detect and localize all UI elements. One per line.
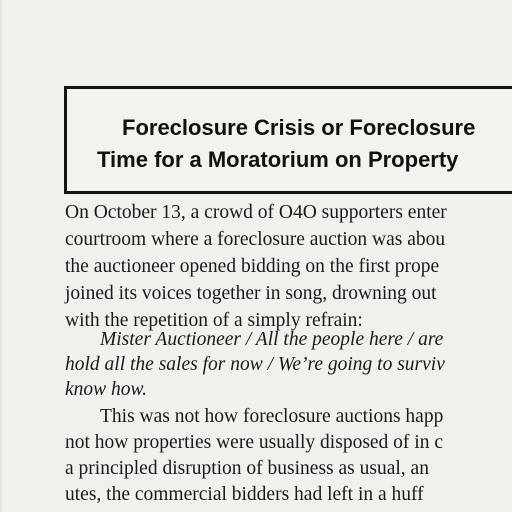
body-line-2: courtroom where a foreclosure auction wa… — [65, 229, 446, 250]
body-line-3: the auctioneer opened bidding on the fir… — [65, 256, 440, 277]
headline-line-2: Time for a Moratorium on Property — [97, 147, 459, 172]
body-line-4: joined its voices together in song, drow… — [65, 283, 437, 304]
refrain-line-1: Mister Auctioneer / All the people here … — [100, 329, 444, 350]
body-line-7: not how properties were usually disposed… — [65, 432, 444, 453]
refrain-line-2: hold all the sales for now / We’re going… — [65, 354, 445, 375]
refrain-line-3: know how. — [65, 379, 147, 400]
headline-line-1: Foreclosure Crisis or Foreclosure — [122, 115, 476, 140]
body-line-9: utes, the commercial bidders had left in… — [65, 484, 424, 505]
body-line-6: This was not how foreclosure auctions ha… — [100, 406, 444, 427]
headline-box: Foreclosure Crisis or Foreclosure Time f… — [64, 86, 512, 194]
body-line-8: a principled disruption of business as u… — [65, 458, 429, 479]
document-page: Foreclosure Crisis or Foreclosure Time f… — [0, 0, 512, 512]
body-line-1: On October 13, a crowd of O4O supporters… — [65, 202, 447, 223]
